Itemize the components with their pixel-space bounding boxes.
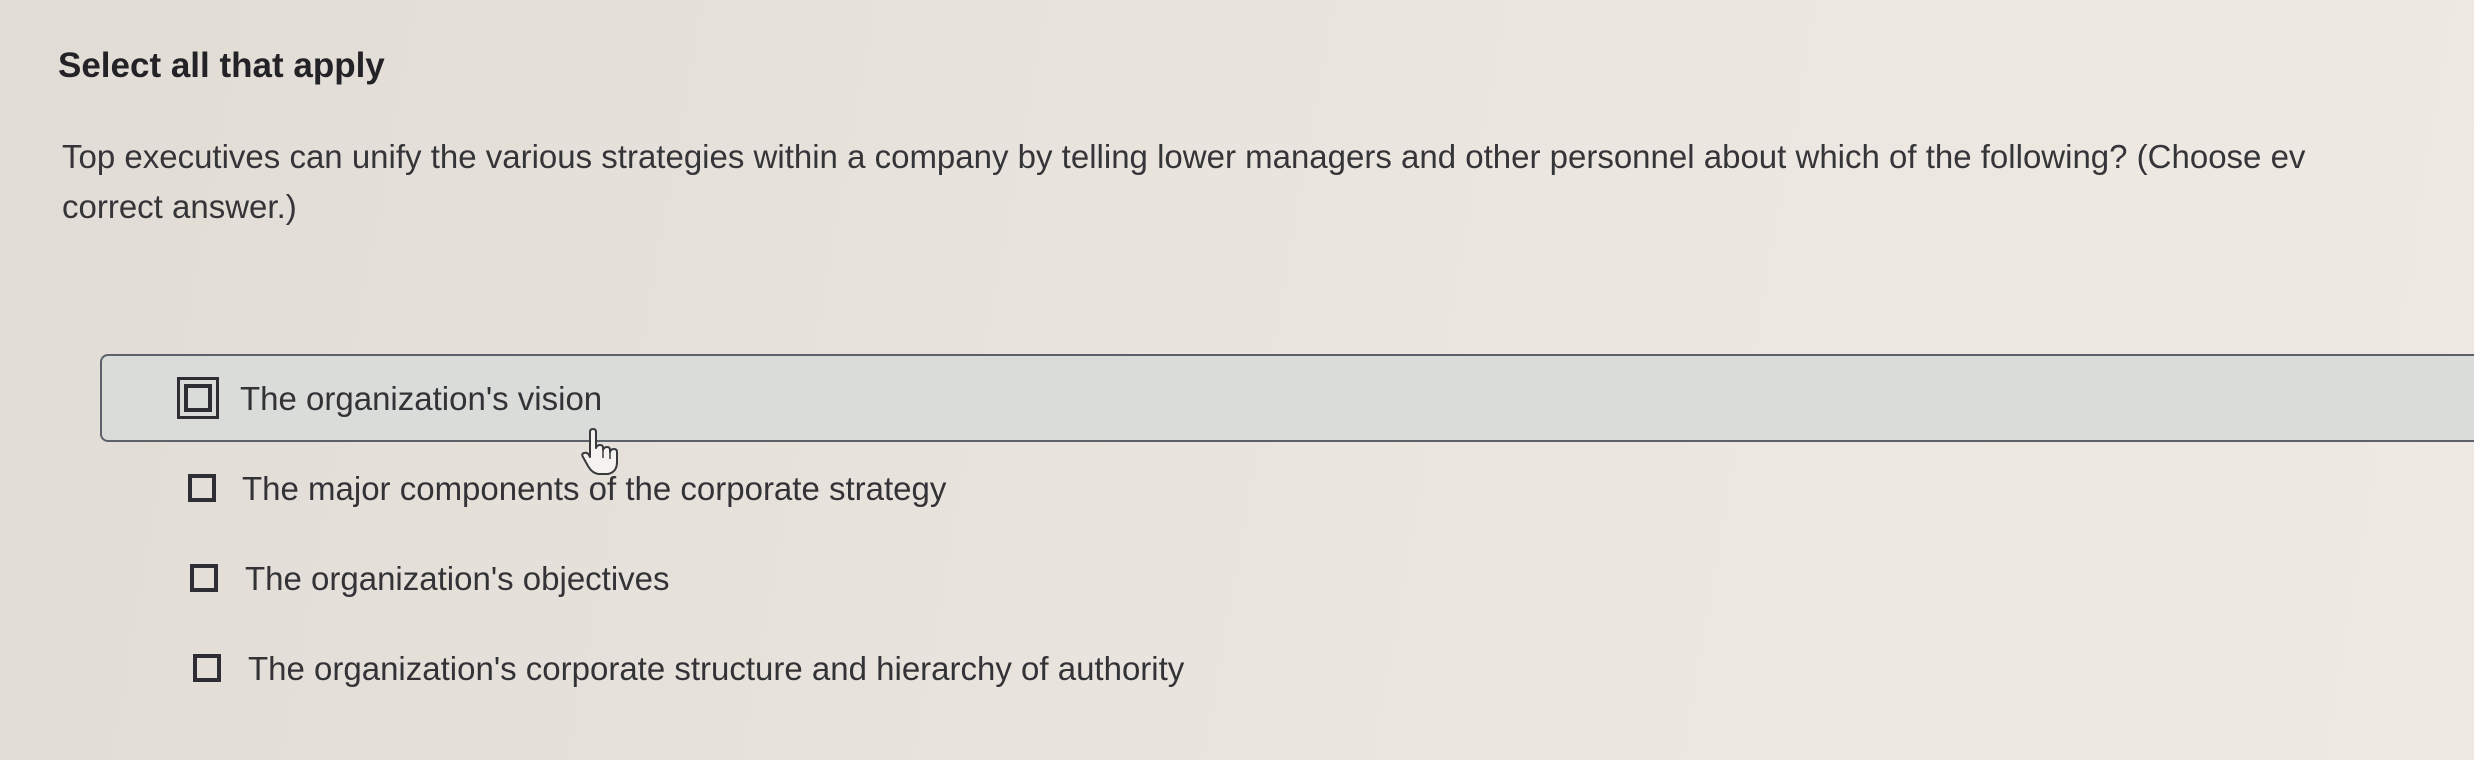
option-label: The organization's vision [240,380,603,417]
hand-pointer-icon [581,428,618,475]
option-vision[interactable]: The organization's vision [100,354,2474,442]
option-label: The organization's objectives [245,560,670,597]
option-objectives[interactable]: The organization's objectives [100,534,2474,622]
checkbox-icon[interactable] [188,474,216,502]
option-major-components[interactable]: The major components of the corporate st… [100,444,2474,532]
option-label: The organization's corporate structure a… [248,650,1185,687]
checkbox-icon[interactable] [193,654,221,682]
checkbox-icon[interactable] [177,377,219,419]
option-corporate-structure[interactable]: The organization's corporate structure a… [100,624,2474,712]
answer-options: The organization's vision The major comp… [0,0,2474,760]
checkbox-icon[interactable] [190,564,218,592]
